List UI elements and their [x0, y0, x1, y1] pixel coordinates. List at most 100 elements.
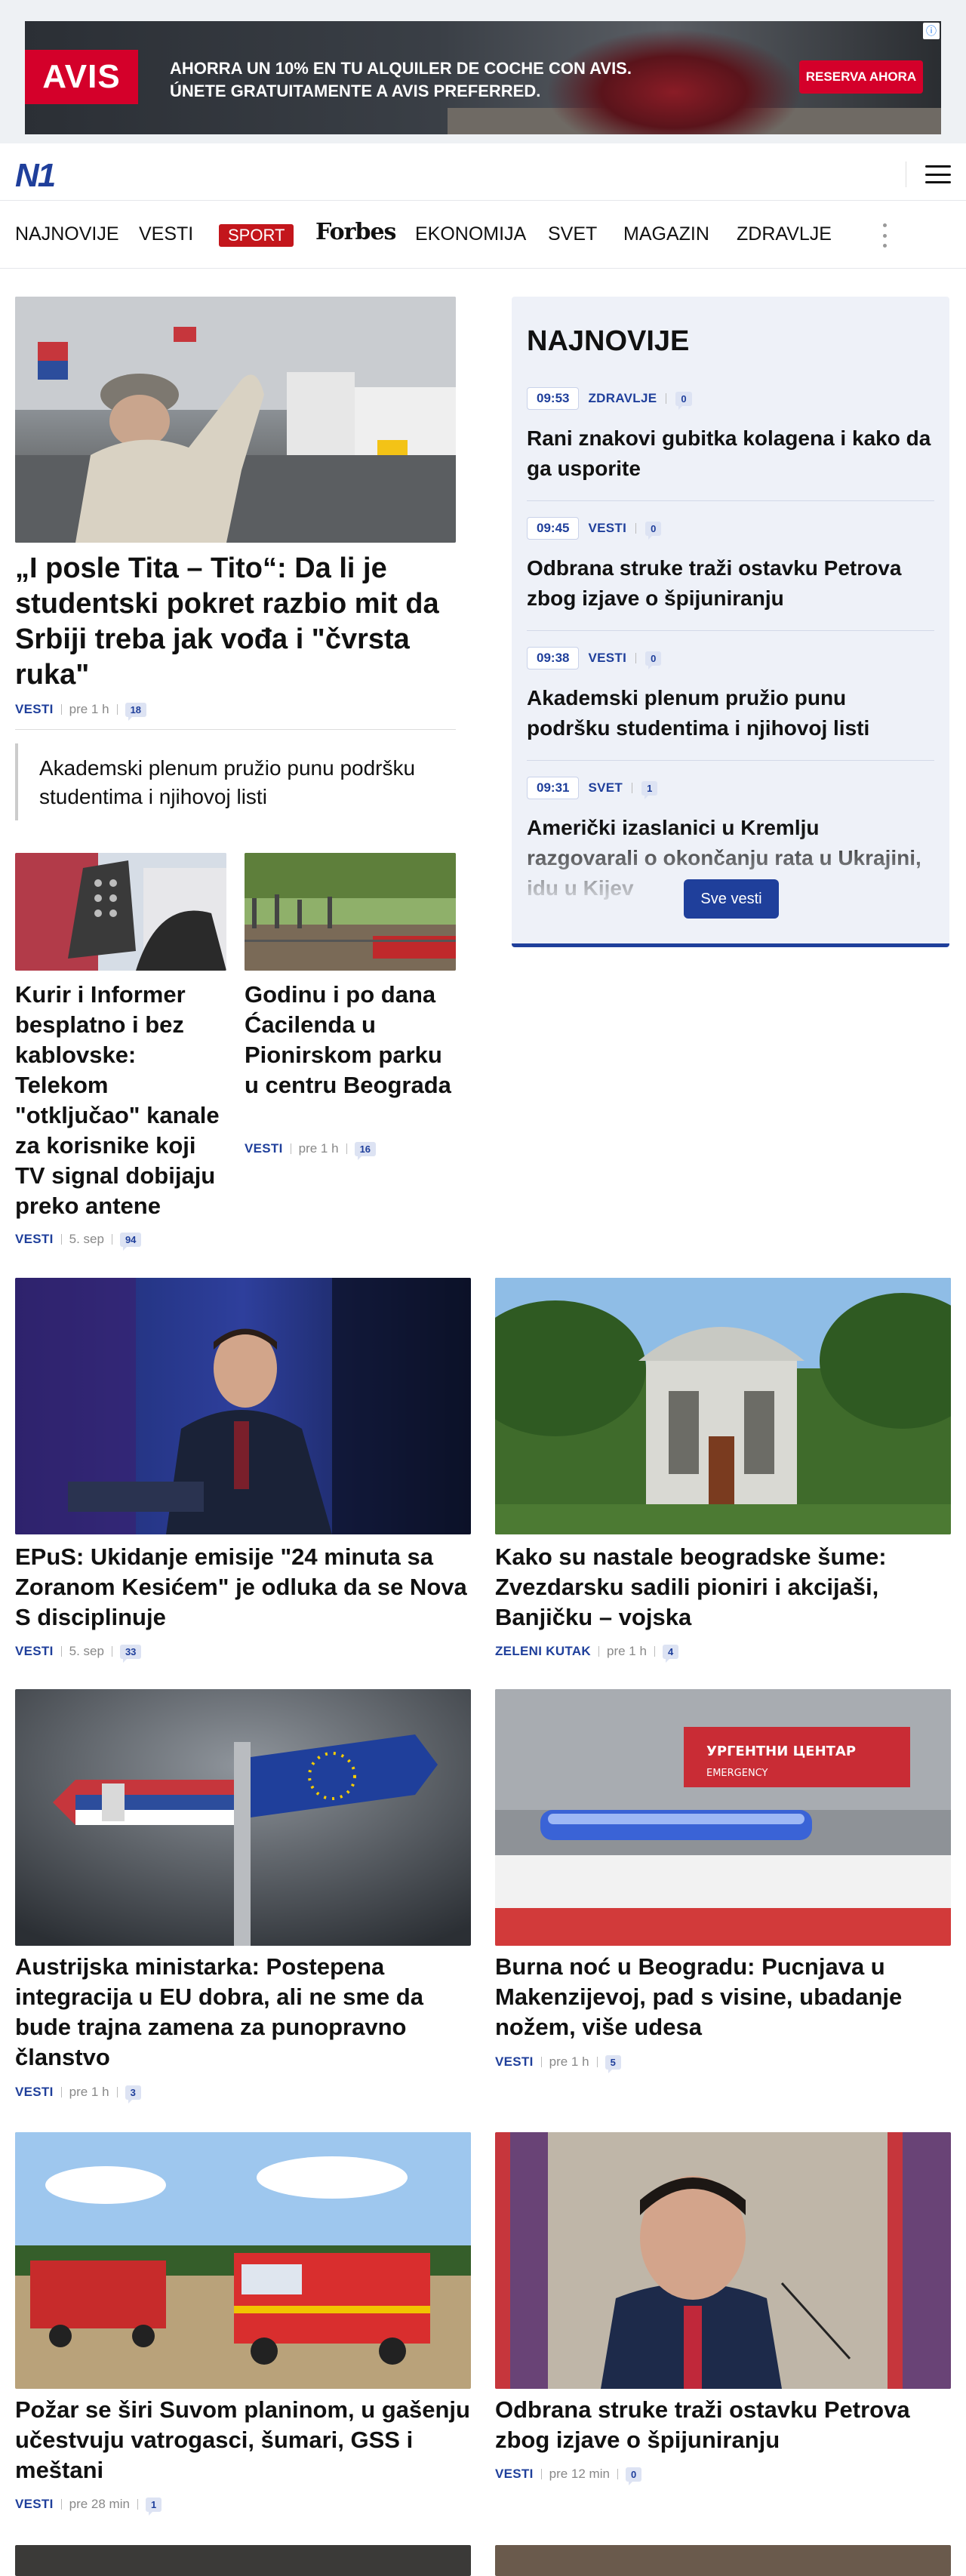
- lead-article-time: pre 1 h: [69, 702, 109, 716]
- nav-item-najnovije[interactable]: NAJNOVIJE: [15, 223, 119, 245]
- grid-card-2-title[interactable]: Kako su nastale beogradske šume: Zvezdar…: [495, 1542, 951, 1633]
- sidebar-item-title[interactable]: Rani znakovi gubitka kolagena i kako da …: [527, 423, 934, 484]
- grid-card-7-image[interactable]: [15, 2545, 471, 2576]
- meta-separator: [60, 704, 62, 715]
- grid-card-5-time: pre 28 min: [69, 2497, 130, 2511]
- grid-card-3-meta: VESTI pre 1 h 3: [15, 2085, 141, 2104]
- grid-card-5-category[interactable]: VESTI: [15, 2497, 54, 2512]
- grid-card-4-title[interactable]: Burna noć u Beogradu: Pucnjava u Makenzi…: [495, 1952, 951, 2042]
- ad-brand-logo: AVIS: [25, 50, 138, 104]
- meta-separator: [540, 2469, 542, 2479]
- all-news-button[interactable]: Sve vesti: [684, 879, 779, 919]
- grid-card-3-comments-badge[interactable]: 3: [125, 2085, 141, 2104]
- ad-banner[interactable]: AVIS AHORRA UN 10% EN TU ALQUILER DE COC…: [25, 21, 941, 134]
- meta-separator: [346, 1143, 347, 1154]
- small-card-1-comments-badge[interactable]: 94: [119, 1232, 142, 1251]
- meta-separator: [137, 2499, 138, 2510]
- ad-info-icon[interactable]: ⓘ: [923, 23, 940, 39]
- sidebar-item-category[interactable]: SVET: [588, 780, 623, 796]
- grid-card-5-meta: VESTI pre 28 min 1: [15, 2497, 162, 2516]
- grid-card-4-time: pre 1 h: [549, 2054, 589, 2069]
- small-card-2-comments-badge[interactable]: 16: [354, 1141, 377, 1160]
- meta-separator: [60, 2087, 62, 2097]
- sidebar-item-time: 09:31: [527, 777, 580, 799]
- small-card-1-category[interactable]: VESTI: [15, 1232, 54, 1247]
- more-dots-icon[interactable]: [881, 223, 888, 248]
- small-card-2-category[interactable]: VESTI: [245, 1141, 283, 1156]
- grid-card-4-category[interactable]: VESTI: [495, 2054, 534, 2070]
- grid-card-1-title[interactable]: EPuS: Ukidanje emisije "24 minuta sa Zor…: [15, 1542, 471, 1633]
- grid-card-5-image[interactable]: [15, 2132, 471, 2389]
- lead-article-title[interactable]: „I posle Tita – Tito“: Da li je students…: [15, 551, 456, 693]
- grid-card-5-comments-badge[interactable]: 1: [145, 2497, 162, 2516]
- sidebar-item-category[interactable]: ZDRAVLJE: [588, 391, 657, 406]
- lead-article-comments-badge[interactable]: 18: [125, 702, 147, 721]
- nav-item-magazin[interactable]: MAGAZIN: [623, 223, 709, 245]
- grid-card-6-category[interactable]: VESTI: [495, 2467, 534, 2482]
- grid-card-6-meta: VESTI pre 12 min 0: [495, 2467, 642, 2485]
- nav-item-sport[interactable]: SPORT: [219, 224, 294, 247]
- hamburger-menu-icon[interactable]: [925, 163, 951, 186]
- grid-card-3-image[interactable]: [15, 1689, 471, 1946]
- divider: [15, 729, 456, 730]
- site-logo[interactable]: N1: [15, 157, 56, 195]
- sidebar-item-title[interactable]: Akademski plenum pružio punu podršku stu…: [527, 683, 934, 743]
- ad-headline-line1: AHORRA UN 10% EN TU ALQUILER DE COCHE CO…: [170, 59, 632, 78]
- sidebar-item-comments-badge[interactable]: 0: [675, 391, 692, 410]
- small-card-2-meta: VESTI pre 1 h 16: [245, 1141, 377, 1160]
- grid-card-3-category[interactable]: VESTI: [15, 2085, 54, 2100]
- grid-card-4-image[interactable]: УРГЕНТНИ ЦЕНТАР EMERGENCY: [495, 1689, 951, 1946]
- grid-card-1-image[interactable]: [15, 1278, 471, 1534]
- small-card-1-meta: VESTI 5. sep 94: [15, 1232, 142, 1251]
- meta-separator: [635, 523, 637, 534]
- small-card-2-time: pre 1 h: [298, 1141, 339, 1156]
- sidebar-item[interactable]: 09:45 VESTI 0 Odbrana struke traži ostav…: [527, 517, 934, 631]
- small-card-2-image[interactable]: [245, 853, 456, 971]
- grid-card-3-title[interactable]: Austrijska ministarka: Postepena integra…: [15, 1952, 471, 2073]
- grid-card-4-comments-badge[interactable]: 5: [605, 2054, 621, 2073]
- ad-banner-area: AVIS AHORRA UN 10% EN TU ALQUILER DE COC…: [0, 0, 966, 143]
- grid-card-8-image[interactable]: [495, 2545, 951, 2576]
- meta-separator: [116, 2087, 118, 2097]
- sidebar-item-comments-badge[interactable]: 0: [645, 651, 662, 669]
- sidebar-item-comments-badge[interactable]: 0: [645, 521, 662, 540]
- grid-card-2-image[interactable]: [495, 1278, 951, 1534]
- nav-item-zdravlje[interactable]: ZDRAVLJE: [737, 223, 832, 245]
- grid-card-2-time: pre 1 h: [607, 1644, 647, 1658]
- nav-item-ekonomija[interactable]: EKONOMIJA: [415, 223, 526, 245]
- meta-separator: [60, 1234, 62, 1245]
- meta-separator: [116, 704, 118, 715]
- small-card-1-image[interactable]: [15, 853, 226, 971]
- lead-article-image[interactable]: [15, 297, 456, 543]
- nav-item-forbes[interactable]: Forbes: [315, 219, 396, 245]
- main-nav: NAJNOVIJE VESTI SPORT Forbes EKONOMIJA S…: [0, 201, 966, 269]
- sidebar-title: NAJNOVIJE: [527, 325, 690, 357]
- meta-separator: [60, 1646, 62, 1657]
- nav-item-vesti[interactable]: VESTI: [139, 223, 193, 245]
- small-card-2-title[interactable]: Godinu i po dana Ćacilenda u Pionirskom …: [245, 980, 456, 1100]
- grid-card-2-comments-badge[interactable]: 4: [662, 1644, 679, 1663]
- grid-card-1-time: 5. sep: [69, 1644, 104, 1658]
- grid-card-6-title[interactable]: Odbrana struke traži ostavku Petrova zbo…: [495, 2395, 951, 2455]
- grid-card-1-comments-badge[interactable]: 33: [119, 1644, 142, 1663]
- sidebar-item[interactable]: 09:53 ZDRAVLJE 0 Rani znakovi gubitka ko…: [527, 387, 934, 501]
- small-card-1-title[interactable]: Kurir i Informer besplatno i bez kablovs…: [15, 980, 226, 1221]
- lead-article-category[interactable]: VESTI: [15, 702, 54, 717]
- sidebar-item-time: 09:38: [527, 647, 580, 669]
- nav-item-svet[interactable]: SVET: [548, 223, 597, 245]
- sidebar-item-title[interactable]: Odbrana struke traži ostavku Petrova zbo…: [527, 553, 934, 614]
- sidebar-item-category[interactable]: VESTI: [588, 521, 626, 536]
- grid-card-2-category[interactable]: ZELENI KUTAK: [495, 1644, 591, 1659]
- grid-card-6-comments-badge[interactable]: 0: [625, 2467, 642, 2485]
- sidebar-item[interactable]: 09:38 VESTI 0 Akademski plenum pružio pu…: [527, 647, 934, 761]
- meta-separator: [596, 2057, 598, 2067]
- grid-card-6-image[interactable]: [495, 2132, 951, 2389]
- sign-text: УРГЕНТНИ ЦЕНТАР: [706, 1743, 856, 1759]
- grid-card-5-title[interactable]: Požar se širi Suvom planinom, u gašenju …: [15, 2395, 471, 2485]
- sidebar-item-comments-badge[interactable]: 1: [641, 780, 658, 799]
- grid-card-1-category[interactable]: VESTI: [15, 1644, 54, 1659]
- sidebar-item-category[interactable]: VESTI: [588, 651, 626, 666]
- related-quote-link[interactable]: Akademski plenum pružio punu podršku stu…: [15, 743, 456, 820]
- ad-cta-button[interactable]: RESERVA AHORA: [799, 60, 923, 94]
- divider: [527, 500, 934, 501]
